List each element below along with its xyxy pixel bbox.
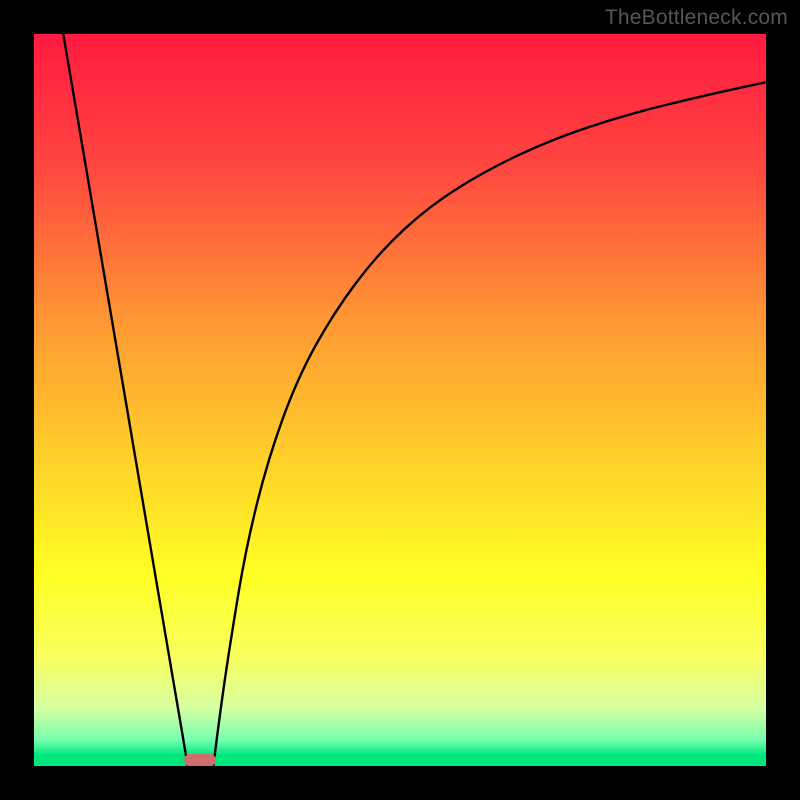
- plot-area: [34, 34, 766, 766]
- watermark-text: TheBottleneck.com: [605, 6, 788, 30]
- chart-stage: TheBottleneck.com: [0, 0, 800, 800]
- curve-left-branch: [63, 34, 187, 766]
- curve-right-branch: [213, 82, 766, 766]
- minimum-marker: [184, 754, 215, 766]
- bottleneck-curve: [34, 34, 766, 766]
